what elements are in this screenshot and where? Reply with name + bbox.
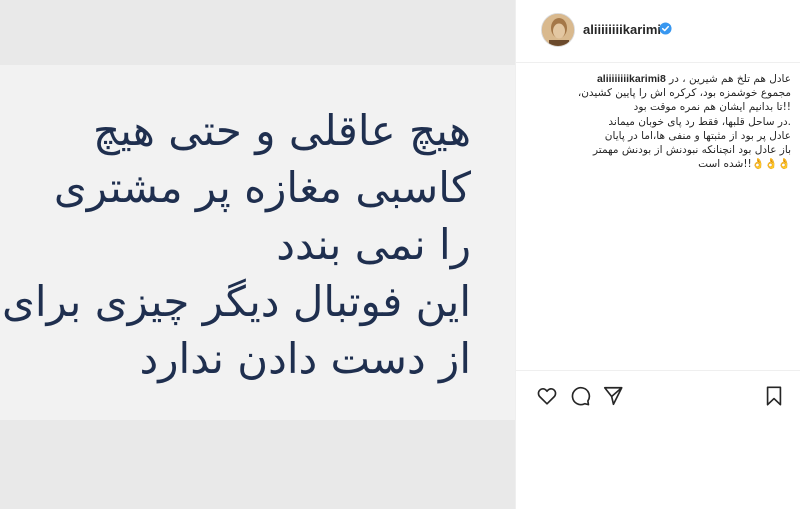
caption-first-line: عادل هم تلخ هم شیرین ، در aliiiiiiiikari… [541, 72, 791, 86]
verified-badge-icon [659, 22, 672, 35]
comment-icon[interactable] [569, 385, 591, 407]
caption-line: 👌👌👌!!شده است [698, 158, 791, 171]
username[interactable]: aliiiiiiiikarimi8 [583, 22, 668, 37]
caption-username[interactable]: aliiiiiiiikarimi8 [597, 73, 666, 85]
caption-line: !!تا بدانیم ایشان هم نمره موقت بود [633, 101, 791, 114]
image-text-line: را نمی بندد [276, 220, 471, 269]
caption-line: مجموع خوشمزه بود، کرکره اش را پایین کشید… [577, 87, 791, 100]
post-image: هیچ عاقلی و حتی هیچ کاسبی مغازه پر مشتری… [0, 0, 515, 509]
image-text: هیچ عاقلی و حتی هیچ کاسبی مغازه پر مشتری… [1, 102, 471, 387]
avatar-image [542, 14, 574, 46]
post-caption: عادل هم تلخ هم شیرین ، در aliiiiiiiikari… [541, 72, 791, 171]
caption-line: باز عادل بود انچنانکه نبودنش از بودنش مه… [593, 144, 791, 157]
bookmark-icon[interactable] [763, 385, 785, 407]
post-side-panel: aliiiiiiiikarimi8 عادل هم تلخ هم شیرین ،… [515, 0, 800, 509]
action-bar [516, 370, 800, 420]
caption-text: عادل هم تلخ هم شیرین ، در [669, 73, 791, 85]
share-icon[interactable] [602, 385, 624, 407]
caption-line: عادل پر بود از مثبتها و منفی ها،اما در پ… [604, 129, 791, 142]
image-text-line: کاسبی مغازه پر مشتری [53, 163, 471, 212]
image-text-line: این فوتبال دیگر چیزی برای [1, 277, 471, 326]
caption-line: .در ساحل قلبها، فقط رد پای خوبان میماند [608, 115, 791, 128]
post-header: aliiiiiiiikarimi8 [516, 0, 800, 63]
image-text-line: هیچ عاقلی و حتی هیچ [92, 106, 471, 155]
heart-icon[interactable] [536, 385, 558, 407]
avatar[interactable] [541, 13, 575, 47]
image-text-line: از دست دادن ندارد [139, 334, 471, 383]
